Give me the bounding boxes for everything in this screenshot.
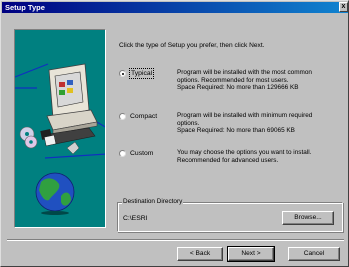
button-separator	[7, 239, 344, 241]
destination-legend: Destination Directory	[122, 198, 184, 206]
typical-desc-line: Space Required: No more than 129666 KB	[177, 84, 299, 92]
close-button[interactable]: x	[339, 2, 348, 12]
browse-label: Browse...	[294, 214, 322, 221]
compact-desc-line: options.	[177, 119, 200, 127]
compact-radio[interactable]	[119, 113, 126, 120]
typical-label[interactable]: Typical	[129, 68, 155, 79]
back-label: < Back	[189, 250, 211, 257]
setup-illustration	[14, 29, 106, 228]
cable-line	[15, 63, 49, 78]
custom-description: You may choose the options you want to i…	[177, 149, 347, 164]
computer-icon	[46, 63, 98, 145]
next-label: Next >	[241, 250, 261, 257]
custom-desc-line: Recommended for advanced users.	[177, 156, 279, 164]
window-title: Setup Type	[5, 3, 45, 12]
cancel-button[interactable]: Cancel	[288, 247, 340, 261]
next-button[interactable]: Next >	[227, 246, 275, 262]
title-bar[interactable]: Setup Type x	[2, 2, 348, 13]
custom-desc-line: You may choose the options you want to i…	[177, 149, 312, 156]
back-button[interactable]: < Back	[177, 247, 223, 261]
typical-desc-line: options. Recommended for most users.	[177, 76, 289, 84]
globe-icon	[35, 172, 75, 215]
cable-line	[44, 153, 105, 159]
cd-icon	[19, 126, 38, 149]
destination-directory-group: Destination Directory C:\ESRI Browse...	[117, 198, 343, 232]
custom-radio[interactable]	[119, 150, 126, 157]
compact-label[interactable]: Compact	[130, 112, 157, 121]
typical-radio[interactable]	[119, 70, 126, 77]
destination-path: C:\ESRI	[123, 215, 148, 222]
typical-desc-line: Program will be installed with the most …	[177, 69, 312, 76]
compact-desc-line: Program will be installed with minimum r…	[177, 112, 313, 119]
close-icon: x	[341, 3, 346, 10]
typical-description: Program will be installed with the most …	[177, 69, 347, 92]
cursor-icon	[66, 141, 80, 155]
compact-description: Program will be installed with minimum r…	[177, 112, 347, 135]
browse-button[interactable]: Browse...	[282, 211, 334, 225]
cancel-label: Cancel	[303, 250, 325, 257]
compact-desc-line: Space Required: No more than 69065 KB	[177, 127, 295, 135]
instruction-text: Click the type of Setup you prefer, then…	[119, 42, 265, 49]
setup-type-dialog: Setup Type x Click the type of Setup you…	[0, 0, 349, 267]
custom-label[interactable]: Custom	[130, 149, 153, 158]
setup-art-svg	[15, 63, 105, 215]
